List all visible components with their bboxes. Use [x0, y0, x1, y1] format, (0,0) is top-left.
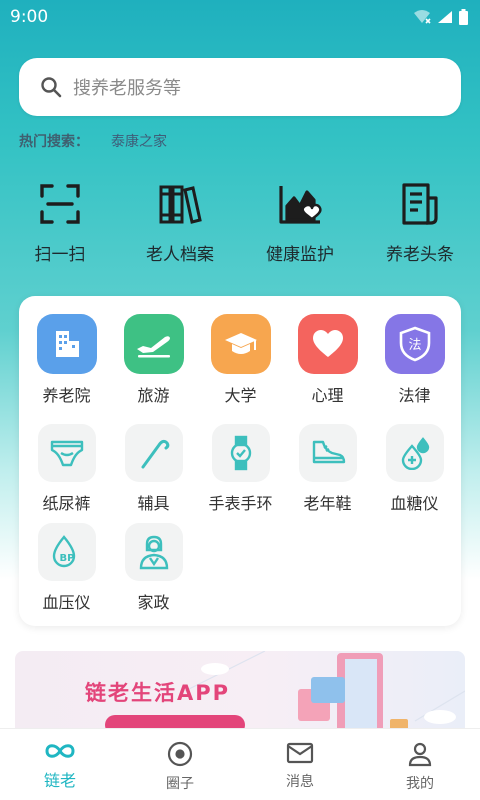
product-housekeeping[interactable]: 家政: [110, 523, 197, 613]
service-label: 养老院: [42, 386, 91, 405]
building-icon: [36, 314, 97, 374]
infinity-icon: [45, 744, 75, 758]
product-label: 老年鞋: [303, 494, 352, 513]
user-icon: [408, 742, 432, 767]
hot-search-item[interactable]: 泰康之家: [111, 131, 167, 151]
blood-pressure-icon: BP: [37, 523, 96, 581]
product-label: 纸尿裤: [42, 494, 91, 513]
status-icons: [413, 9, 468, 25]
wifi-icon: [414, 10, 431, 24]
service-law[interactable]: 法 法律: [371, 314, 458, 406]
tab-label: 消息: [286, 774, 314, 790]
quick-news[interactable]: 养老头条: [360, 180, 480, 265]
services-row: 养老院 旅游 大学 心理 法 法律: [19, 314, 461, 406]
quick-label: 老人档案: [146, 245, 214, 265]
product-diaper[interactable]: 纸尿裤: [23, 424, 110, 514]
tab-label: 我的: [406, 776, 434, 792]
quick-label: 健康监护: [266, 245, 334, 265]
product-label: 血压仪: [42, 593, 91, 612]
service-label: 心理: [311, 386, 344, 405]
news-document-icon: [402, 183, 438, 225]
quick-label: 扫一扫: [34, 245, 86, 265]
watch-icon: [211, 424, 270, 482]
tab-home[interactable]: 链老: [0, 729, 120, 800]
service-nursing-home[interactable]: 养老院: [23, 314, 110, 406]
product-label: 手表手环: [208, 494, 273, 513]
product-glucose-meter[interactable]: 血糖仪: [371, 424, 458, 514]
health-chart-icon: [279, 186, 322, 224]
product-label: 辅具: [137, 494, 170, 513]
product-aids[interactable]: 辅具: [110, 424, 197, 514]
quick-health[interactable]: 健康监护: [240, 180, 360, 265]
quick-label: 养老头条: [386, 245, 454, 265]
search-icon: [41, 77, 62, 98]
service-university[interactable]: 大学: [197, 314, 284, 406]
law-shield-icon: 法: [384, 314, 445, 374]
hot-search: 热门搜索： 泰康之家: [19, 131, 167, 151]
product-shoes[interactable]: 老年鞋: [284, 424, 371, 514]
svg-text:BP: BP: [59, 553, 74, 564]
circle-dot-icon: [167, 741, 193, 767]
products-row-2: BP 血压仪 家政: [19, 523, 461, 613]
status-bar: 9:00: [0, 0, 480, 34]
housekeeper-icon: [124, 523, 183, 581]
signal-icon: [438, 11, 452, 23]
service-label: 旅游: [137, 386, 170, 405]
product-label: 家政: [137, 593, 170, 612]
airplane-icon: [123, 314, 184, 374]
tab-messages[interactable]: 消息: [240, 729, 360, 800]
quick-scan[interactable]: 扫一扫: [0, 180, 120, 265]
services-card: 养老院 旅游 大学 心理 法 法律 纸尿裤 辅具 手表手环 老年鞋 血糖仪 BP…: [19, 296, 461, 626]
cane-icon: [124, 424, 183, 482]
tab-profile[interactable]: 我的: [360, 729, 480, 800]
diaper-icon: [37, 424, 96, 482]
bottom-tab-bar: 链老 圈子 消息 我的: [0, 728, 480, 800]
quick-archive[interactable]: 老人档案: [120, 180, 240, 265]
service-label: 大学: [224, 386, 257, 405]
quick-actions: 扫一扫 老人档案 健康监护 养老头条: [0, 180, 480, 265]
graduation-cap-icon: [210, 314, 271, 374]
banner-title: 链老生活APP: [85, 681, 231, 705]
blood-glucose-icon: [385, 424, 444, 482]
heart-icon: [297, 314, 358, 374]
service-psychology[interactable]: 心理: [284, 314, 371, 406]
service-travel[interactable]: 旅游: [110, 314, 197, 406]
scan-icon: [40, 184, 80, 224]
products-row-1: 纸尿裤 辅具 手表手环 老年鞋 血糖仪: [19, 424, 461, 514]
tab-circle[interactable]: 圈子: [120, 729, 240, 800]
svg-text:法: 法: [408, 338, 421, 353]
tab-label: 链老: [43, 771, 76, 790]
mail-icon: [286, 742, 314, 764]
search-input[interactable]: 搜养老服务等: [19, 58, 461, 116]
service-label: 法律: [398, 386, 431, 405]
product-label: 血糖仪: [390, 494, 439, 513]
battery-icon: [459, 9, 468, 25]
status-time: 9:00: [10, 7, 49, 27]
hot-search-label: 热门搜索：: [19, 134, 89, 150]
product-watch[interactable]: 手表手环: [197, 424, 284, 514]
shoe-icon: [298, 424, 357, 482]
search-placeholder: 搜养老服务等: [73, 78, 181, 99]
product-bp-meter[interactable]: BP 血压仪: [23, 523, 110, 613]
tab-label: 圈子: [166, 776, 194, 792]
archive-books-icon: [159, 185, 202, 224]
